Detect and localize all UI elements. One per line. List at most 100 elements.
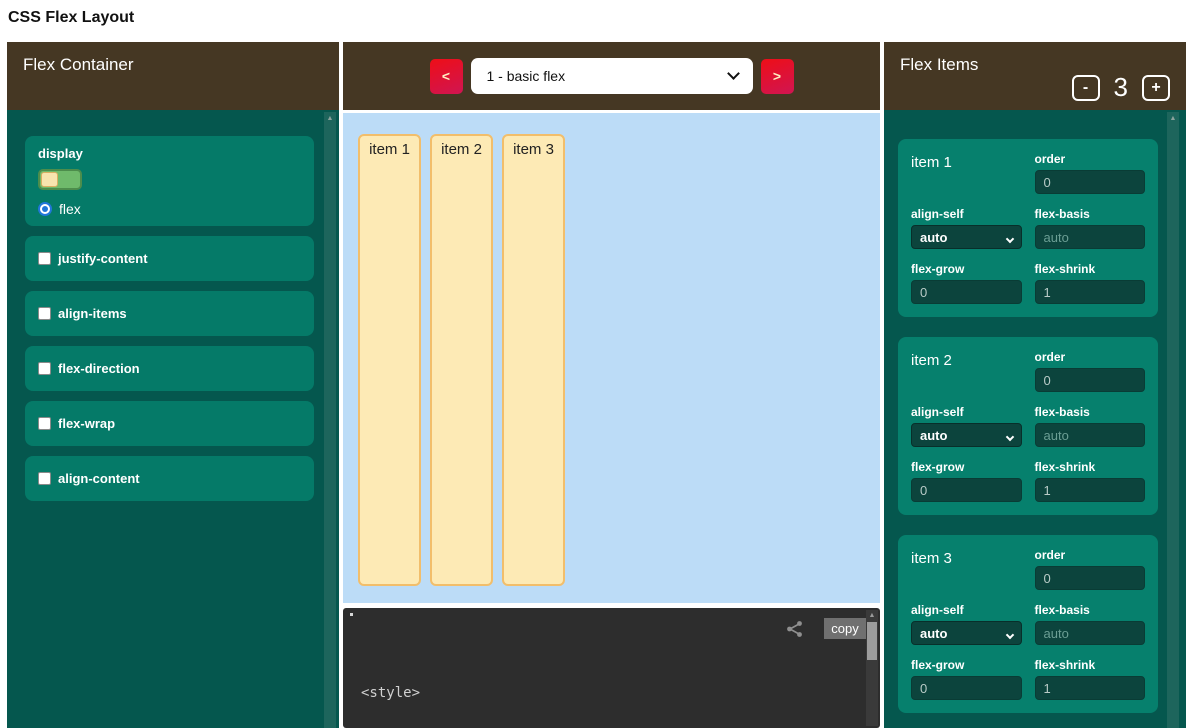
scroll-up-arrow-icon[interactable]: ▲ [866,611,878,621]
right-panel-scrollbar[interactable]: ▲ [1167,112,1179,728]
display-toggle-knob [41,172,58,187]
align-self-label: align-self [911,207,1022,221]
item-1-flex-basis-group: flex-basis [1035,207,1146,249]
code-scrollbar-thumb[interactable] [867,622,877,660]
item-count-controls: - 3 + [1072,72,1170,103]
item-1-flex-basis-input[interactable] [1035,225,1146,249]
align-content-checkbox[interactable] [38,472,51,485]
flex-shrink-label: flex-shrink [1035,262,1146,276]
flex-container-panel-header: Flex Container [7,42,339,110]
item-3-align-self-select[interactable]: auto [911,621,1022,645]
item-3-heading: item 3 [911,548,1022,590]
item-1-flex-grow-input[interactable] [911,280,1022,304]
align-self-label: align-self [911,405,1022,419]
order-label: order [1035,152,1146,166]
flex-direction-checkbox[interactable] [38,362,51,375]
item-1-order-group: order [1035,152,1146,194]
display-flex-radio-row: flex [38,201,301,217]
example-nav-header: < 1 - basic flex > [343,42,880,110]
code-block: copy <style> .flex-container { display: … [343,608,880,728]
flex-wrap-label: flex-wrap [58,416,115,431]
flex-shrink-label: flex-shrink [1035,658,1146,672]
item-2-heading: item 2 [911,350,1022,392]
item-1-card: item 1 order align-self auto [898,139,1158,317]
align-self-label: align-self [911,603,1022,617]
decrease-items-button[interactable]: - [1072,75,1100,101]
item-1-align-self-wrap: auto [911,229,1022,246]
item-3-card: item 3 order align-self auto [898,535,1158,713]
property-card-align-content: align-content [25,456,314,501]
scroll-up-arrow-icon[interactable]: ▲ [1167,114,1179,124]
item-3-flex-grow-input[interactable] [911,676,1022,700]
flex-basis-label: flex-basis [1035,603,1146,617]
item-2-align-self-group: align-self auto [911,405,1022,447]
flex-radio[interactable] [38,202,52,216]
order-label: order [1035,350,1146,364]
example-select[interactable]: 1 - basic flex [471,58,753,94]
share-icon[interactable] [786,620,804,638]
item-1-flex-shrink-input[interactable] [1035,280,1146,304]
flex-items-panel-title: Flex Items [900,55,978,74]
item-3-order-input[interactable] [1035,566,1146,590]
justify-content-label: justify-content [58,251,148,266]
scroll-up-arrow-icon[interactable]: ▲ [324,114,336,124]
code-cursor-dot [350,613,353,616]
property-card-flex-direction: flex-direction [25,346,314,391]
flex-items-panel-header: Flex Items - 3 + [884,42,1186,110]
item-3-flex-grow-group: flex-grow [911,658,1022,700]
item-1-order-input[interactable] [1035,170,1146,194]
item-1-flex-shrink-group: flex-shrink [1035,262,1146,304]
justify-content-checkbox[interactable] [38,252,51,265]
item-2-align-self-select[interactable]: auto [911,423,1022,447]
display-label: display [38,146,301,161]
item-1-heading: item 1 [911,152,1022,194]
code-scrollbar[interactable]: ▲ [866,610,878,726]
flex-direction-label: flex-direction [58,361,140,376]
flex-preview-item-3[interactable]: item 3 [502,134,565,586]
item-2-align-self-wrap: auto [911,427,1022,444]
property-card-justify-content: justify-content [25,236,314,281]
item-3-flex-shrink-input[interactable] [1035,676,1146,700]
item-2-flex-shrink-input[interactable] [1035,478,1146,502]
item-3-align-self-wrap: auto [911,625,1022,642]
align-items-checkbox[interactable] [38,307,51,320]
flex-grow-label: flex-grow [911,262,1022,276]
preview-panel: < 1 - basic flex > item 1 item 2 item 3 [343,42,880,728]
align-content-label: align-content [58,471,140,486]
flex-wrap-checkbox[interactable] [38,417,51,430]
flex-grow-label: flex-grow [911,460,1022,474]
item-2-order-input[interactable] [1035,368,1146,392]
example-select-wrap: 1 - basic flex [471,58,753,94]
item-2-flex-shrink-group: flex-shrink [1035,460,1146,502]
copy-button[interactable]: copy [824,618,866,639]
property-card-flex-wrap: flex-wrap [25,401,314,446]
flex-shrink-label: flex-shrink [1035,460,1146,474]
item-2-order-group: order [1035,350,1146,392]
item-1-align-self-select[interactable]: auto [911,225,1022,249]
prev-example-button[interactable]: < [430,59,463,94]
item-2-flex-grow-group: flex-grow [911,460,1022,502]
flex-radio-label: flex [59,201,81,217]
flex-container-panel-title: Flex Container [23,55,134,74]
item-2-card: item 2 order align-self auto [898,337,1158,515]
left-panel-scrollbar[interactable]: ▲ [324,112,336,728]
item-3-flex-basis-input[interactable] [1035,621,1146,645]
item-3-order-group: order [1035,548,1146,590]
page-title: CSS Flex Layout [8,9,134,27]
next-example-button[interactable]: > [761,59,794,94]
code-line: <style> [361,684,521,703]
flex-radio-dot [42,206,48,212]
item-2-flex-grow-input[interactable] [911,478,1022,502]
increase-items-button[interactable]: + [1142,75,1170,101]
code-content: <style> .flex-container { display: flex; [361,646,521,728]
item-count-value: 3 [1114,72,1128,103]
flex-basis-label: flex-basis [1035,207,1146,221]
flex-preview-item-1[interactable]: item 1 [358,134,421,586]
display-toggle[interactable] [38,169,82,190]
item-2-flex-basis-input[interactable] [1035,423,1146,447]
flex-preview-item-2[interactable]: item 2 [430,134,493,586]
order-label: order [1035,548,1146,562]
align-items-label: align-items [58,306,127,321]
display-card: display flex [25,136,314,226]
item-3-flex-basis-group: flex-basis [1035,603,1146,645]
